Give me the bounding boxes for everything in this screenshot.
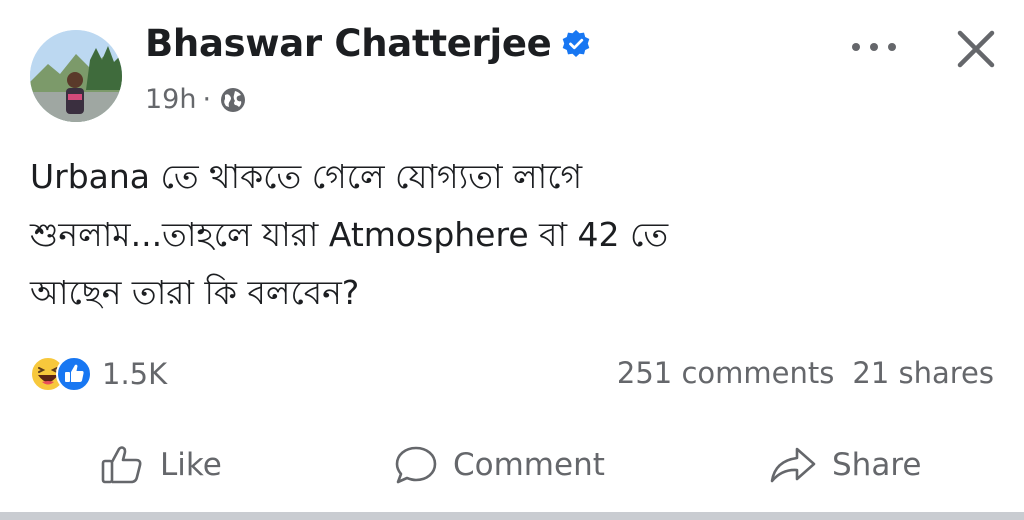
reactions-summary[interactable]: 1.5K — [30, 356, 167, 392]
like-label: Like — [160, 447, 222, 483]
post-meta: 19h · — [145, 84, 247, 115]
globe-icon[interactable] — [219, 86, 247, 114]
comment-bubble-icon — [395, 446, 437, 484]
engagement-counts: 251 comments 21 shares — [617, 356, 994, 390]
meta-separator: · — [202, 84, 212, 115]
more-dots-icon — [852, 43, 896, 51]
more-options-button[interactable] — [846, 30, 902, 64]
share-label: Share — [832, 447, 922, 483]
thumbs-up-icon — [101, 446, 142, 484]
share-button[interactable]: Share — [768, 435, 921, 495]
author-avatar[interactable] — [30, 30, 122, 122]
comment-button[interactable]: Comment — [393, 435, 605, 495]
reaction-count: 1.5K — [102, 357, 168, 391]
comment-label: Comment — [453, 447, 605, 483]
post-stats: 1.5K 251 comments 21 shares — [0, 350, 1024, 400]
author-line: Bhaswar Chatterjee — [145, 22, 591, 65]
shares-count[interactable]: 21 shares — [852, 356, 994, 390]
like-button[interactable]: Like — [100, 435, 222, 495]
post-header: Bhaswar Chatterjee 19h · — [0, 0, 1024, 140]
author-name[interactable]: Bhaswar Chatterjee — [145, 22, 552, 65]
post-text-line: শুনলাম...তাহলে যারা Atmosphere বা 42 তে — [30, 215, 669, 254]
post-text: Urbana তে থাকতে গেলে যোগ্যতা লাগে শুনলাম… — [30, 148, 990, 322]
post-text-line: আছেন তারা কি বলবেন? — [30, 273, 360, 312]
verified-badge-icon — [561, 29, 591, 59]
post-divider — [0, 512, 1024, 520]
close-button[interactable] — [952, 25, 1000, 73]
profile-photo — [30, 30, 122, 122]
close-icon — [957, 30, 995, 68]
post-text-line: Urbana তে থাকতে গেলে যোগ্যতা লাগে — [30, 157, 583, 196]
comments-count[interactable]: 251 comments — [617, 356, 834, 390]
post-actions: Like Comment Share — [0, 435, 1024, 495]
post-timestamp[interactable]: 19h — [145, 84, 196, 115]
like-reaction-icon — [56, 356, 92, 392]
share-arrow-icon — [770, 447, 816, 483]
